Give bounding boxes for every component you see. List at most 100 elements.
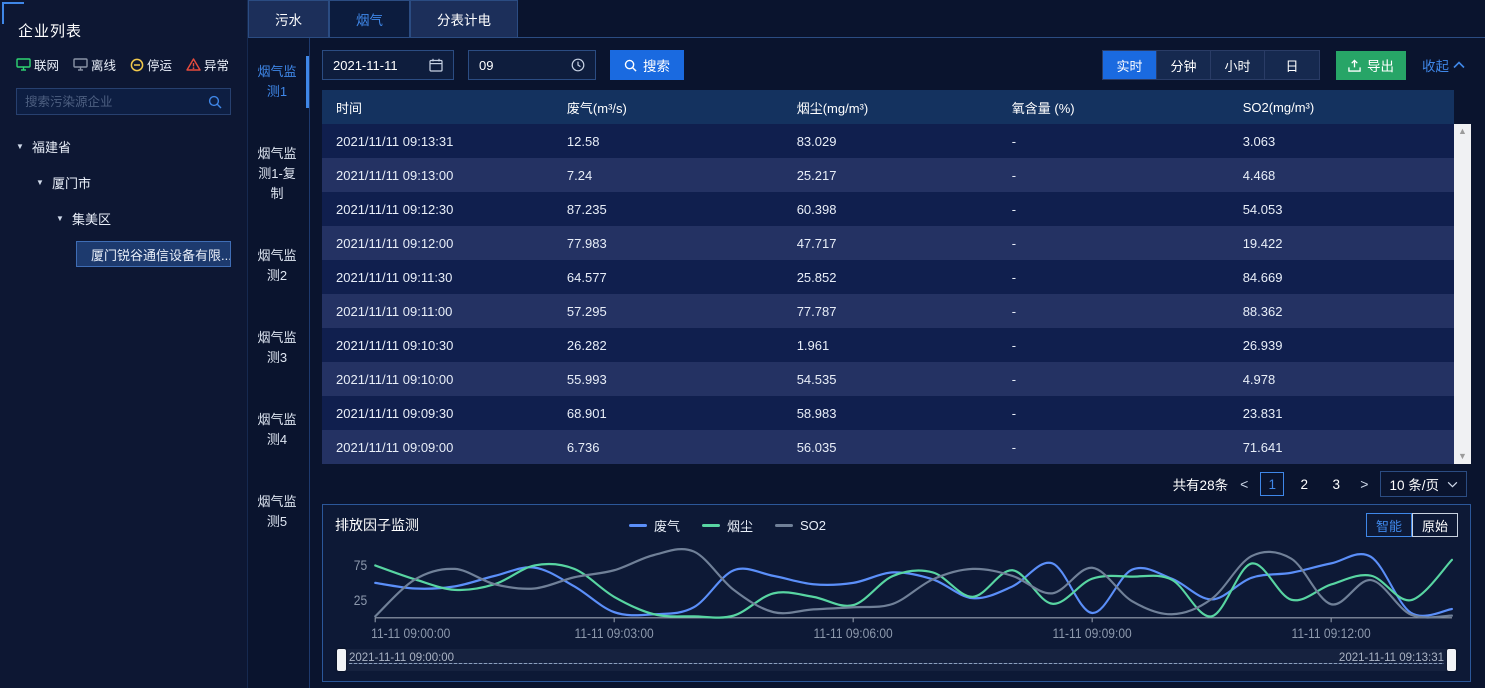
enterprise-search-input[interactable] [17, 95, 208, 109]
clock-icon [571, 58, 585, 72]
status-legend-label: 离线 [91, 55, 116, 74]
table-cell: 4.468 [1229, 168, 1454, 183]
table-row[interactable]: 2021/11/11 09:09:3068.90158.983-23.831 [322, 396, 1454, 430]
top-tab-bar: 污水烟气分表计电 [248, 0, 1485, 38]
vertical-tab[interactable]: 烟气监测1 [248, 56, 309, 108]
table-body: 2021/11/11 09:13:3112.5883.029-3.0632021… [322, 124, 1454, 464]
datazoom-left-handle[interactable] [337, 649, 346, 671]
export-button-label: 导出 [1367, 55, 1394, 75]
collapse-toggle[interactable]: 收起 [1422, 55, 1465, 75]
scroll-down-icon[interactable]: ▼ [1458, 452, 1467, 461]
table-cell: - [998, 440, 1229, 455]
search-icon [624, 59, 637, 72]
chart-mode-group: 智能原始 [1366, 513, 1458, 537]
legend-item-SO2[interactable]: SO2 [775, 518, 826, 533]
table-cell: 87.235 [553, 202, 783, 217]
time-picker[interactable]: 09 [468, 50, 596, 80]
tree-expand-icon[interactable]: ▼ [16, 142, 26, 151]
date-picker[interactable]: 2021-11-11 [322, 50, 454, 80]
vertical-tab[interactable]: 烟气监测3 [248, 322, 309, 374]
table-cell: - [998, 168, 1229, 183]
table-row[interactable]: 2021/11/11 09:11:3064.57725.852-84.669 [322, 260, 1454, 294]
page-number[interactable]: 3 [1324, 472, 1348, 496]
table-cell: 2021/11/11 09:11:30 [322, 270, 553, 285]
vertical-tab[interactable]: 烟气监测1-复制 [248, 138, 309, 210]
tree-node[interactable]: 厦门锐谷通信设备有限... [16, 241, 231, 267]
page-number[interactable]: 1 [1260, 472, 1284, 496]
tab-烟气[interactable]: 烟气 [329, 0, 410, 37]
table-row[interactable]: 2021/11/11 09:13:3112.5883.029-3.063 [322, 124, 1454, 158]
table-cell: 2021/11/11 09:10:30 [322, 338, 553, 353]
y-axis-tick-label: 25 [354, 592, 367, 608]
table-cell: - [998, 406, 1229, 421]
tree-node-label: 厦门锐谷通信设备有限... [91, 245, 231, 264]
search-button[interactable]: 搜索 [610, 50, 684, 80]
corner-decoration [2, 2, 24, 24]
granularity-button[interactable]: 实时 [1103, 51, 1157, 79]
table-row[interactable]: 2021/11/11 09:09:006.73656.035-71.641 [322, 430, 1454, 464]
legend-dash [629, 524, 647, 527]
table-row[interactable]: 2021/11/11 09:12:0077.98347.717-19.422 [322, 226, 1454, 260]
chart-mode-button[interactable]: 智能 [1366, 513, 1412, 537]
table-cell: 25.852 [783, 270, 998, 285]
vertical-tab[interactable]: 烟气监测4 [248, 404, 309, 456]
emission-chart-panel: 排放因子监测 废气烟尘SO2 智能原始 11-11 09:00:0011-11 … [322, 504, 1471, 682]
chart-mode-button[interactable]: 原始 [1412, 513, 1458, 537]
datazoom-right-handle[interactable] [1447, 649, 1456, 671]
table-row[interactable]: 2021/11/11 09:10:3026.2821.961-26.939 [322, 328, 1454, 362]
table-cell: 12.58 [553, 134, 783, 149]
search-icon[interactable] [208, 95, 222, 109]
column-header: 烟尘(mg/m³) [783, 98, 998, 117]
table-cell: 2021/11/11 09:13:31 [322, 134, 553, 149]
page-number[interactable]: 2 [1292, 472, 1316, 496]
tree-expand-icon[interactable]: ▼ [56, 214, 66, 223]
prev-page-button[interactable]: < [1238, 476, 1250, 492]
table-cell: 2021/11/11 09:11:00 [322, 304, 553, 319]
date-value: 2021-11-11 [333, 58, 398, 73]
table-cell: 57.295 [553, 304, 783, 319]
legend-item-烟尘[interactable]: 烟尘 [702, 516, 753, 535]
enterprise-tree: ▼福建省 ▼厦门市 ▼集美区厦门锐谷通信设备有限... [16, 133, 231, 267]
tab-分表计电[interactable]: 分表计电 [410, 0, 518, 37]
next-page-button[interactable]: > [1358, 476, 1370, 492]
table-scrollbar[interactable]: ▲ ▼ [1454, 124, 1471, 464]
chevron-down-icon [1447, 481, 1458, 488]
table-cell: 23.831 [1229, 406, 1454, 421]
granularity-button[interactable]: 小时 [1211, 51, 1265, 79]
granularity-button[interactable]: 分钟 [1157, 51, 1211, 79]
vertical-tab[interactable]: 烟气监测5 [248, 486, 309, 538]
table-cell: 88.362 [1229, 304, 1454, 319]
table-row[interactable]: 2021/11/11 09:11:0057.29577.787-88.362 [322, 294, 1454, 328]
table-cell: 71.641 [1229, 440, 1454, 455]
datazoom-slider[interactable]: 2021-11-11 09:00:00 2021-11-11 09:13:31 [337, 649, 1456, 671]
legend-item-废气[interactable]: 废气 [629, 516, 680, 535]
table-cell: 2021/11/11 09:12:00 [322, 236, 553, 251]
table-cell: 60.398 [783, 202, 998, 217]
tree-node-selected[interactable]: 厦门锐谷通信设备有限... [76, 241, 231, 267]
x-axis-tick-label: 11-11 09:00:00 [371, 625, 450, 641]
tree-node[interactable]: ▼集美区 [16, 205, 231, 231]
tree-expand-icon[interactable]: ▼ [36, 178, 46, 187]
vertical-tab[interactable]: 烟气监测2 [248, 240, 309, 292]
enterprise-sidebar: 企业列表 联网离线停运异常 ▼福建省▼厦门市▼集美区厦门锐谷通信设备有限... [0, 0, 248, 688]
series-line-SO2 [375, 549, 1452, 617]
table-row[interactable]: 2021/11/11 09:10:0055.99354.535-4.978 [322, 362, 1454, 396]
total-count: 共有28条 [1173, 474, 1229, 494]
table-cell: 2021/11/11 09:09:00 [322, 440, 553, 455]
granularity-button[interactable]: 日 [1265, 51, 1319, 79]
query-toolbar: 2021-11-11 09 [322, 50, 1471, 80]
export-button[interactable]: 导出 [1336, 51, 1406, 80]
chevron-up-icon [1453, 61, 1465, 69]
table-row[interactable]: 2021/11/11 09:13:007.2425.217-4.468 [322, 158, 1454, 192]
column-header: 氧含量 (%) [998, 98, 1229, 117]
tree-node[interactable]: ▼厦门市 [16, 169, 231, 195]
scroll-up-icon[interactable]: ▲ [1458, 127, 1467, 136]
tree-node[interactable]: ▼福建省 [16, 133, 231, 159]
table-cell: 47.717 [783, 236, 998, 251]
tab-污水[interactable]: 污水 [248, 0, 329, 37]
table-row[interactable]: 2021/11/11 09:12:3087.23560.398-54.053 [322, 192, 1454, 226]
x-axis-tick-label: 11-11 09:09:00 [1053, 625, 1132, 641]
page-size-label: 10 条/页 [1389, 474, 1439, 494]
page-size-select[interactable]: 10 条/页 [1380, 471, 1467, 497]
line-chart[interactable]: 11-11 09:00:0011-11 09:03:0011-11 09:06:… [335, 539, 1458, 647]
